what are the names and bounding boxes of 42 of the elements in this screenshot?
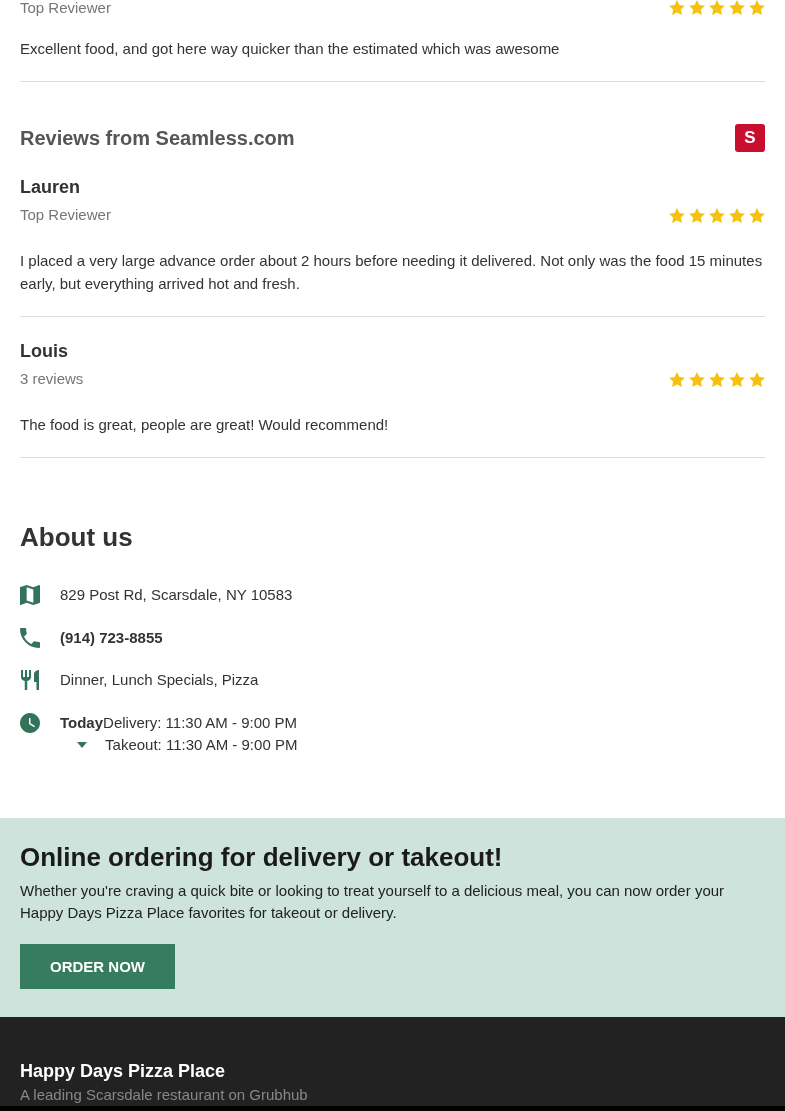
section-title: Reviews from Seamless.com	[20, 126, 295, 150]
banner-text: Whether you're craving a quick bite or looking to treat yourself to a delicious meal, you can now order your Happy Days Pizza Place favorites for takeout or delivery.	[20, 880, 726, 923]
clock-icon	[20, 712, 40, 733]
review-text: The food is great, people are great! Would recommend!	[20, 415, 390, 435]
caret-icon[interactable]	[76, 741, 87, 748]
cuisine-text: Dinner, Lunch Specials, Pizza	[60, 670, 259, 690]
review-text: Excellent food, and got here way quicker than the estimated which was awesome	[20, 39, 561, 59]
hours-text: Delivery: 11:30 AM - 9:00 PM	[103, 712, 298, 733]
star-icon	[709, 0, 725, 15]
reviewer-label: 3 reviews	[20, 369, 84, 389]
footer-title: Happy Days Pizza Place	[20, 1059, 227, 1082]
star-icon	[709, 207, 725, 223]
star-icon	[689, 207, 705, 223]
about-heading: About us	[20, 522, 134, 552]
star-icon	[749, 207, 765, 223]
star-icon	[729, 371, 745, 387]
hours-text: Takeout: 11:30 AM - 9:00 PM	[104, 734, 298, 755]
address-text: 829 Post Rd, Scarsdale, NY 10583	[60, 585, 293, 605]
star-icon	[669, 0, 685, 15]
map-icon	[20, 585, 40, 605]
s-logo: S	[735, 124, 765, 152]
star-icon	[669, 371, 685, 387]
star-icon	[749, 371, 765, 387]
order-now-button[interactable]: ORDER NOW	[20, 943, 175, 989]
phone-icon	[20, 627, 40, 648]
star-icon	[709, 371, 725, 387]
fork-knife-icon	[20, 670, 40, 690]
reviewer-label: Top Reviewer	[20, 0, 111, 15]
day-label: Today	[60, 712, 104, 733]
phone-link[interactable]: (914) 723-8855	[60, 626, 163, 649]
star-icon	[669, 207, 685, 223]
star-icon	[729, 0, 745, 15]
review-text: I placed a very large advance order about 2 hours before needing it delivered. Not only was the food 15 minutes early, but everything arrived hot and fresh.	[20, 251, 764, 294]
reviewer-label: Top Reviewer	[20, 205, 111, 225]
footer-subtitle: A leading Scarsdale restaurant on Grubhub	[20, 1084, 309, 1105]
reviewer-name: Lauren	[20, 176, 81, 198]
star-icon	[689, 371, 705, 387]
star-icon	[729, 207, 745, 223]
reviewer-name: Louis	[20, 340, 69, 362]
banner-heading: Online ordering for delivery or takeout!	[20, 841, 504, 872]
star-icon	[689, 0, 705, 15]
star-icon	[749, 0, 765, 15]
